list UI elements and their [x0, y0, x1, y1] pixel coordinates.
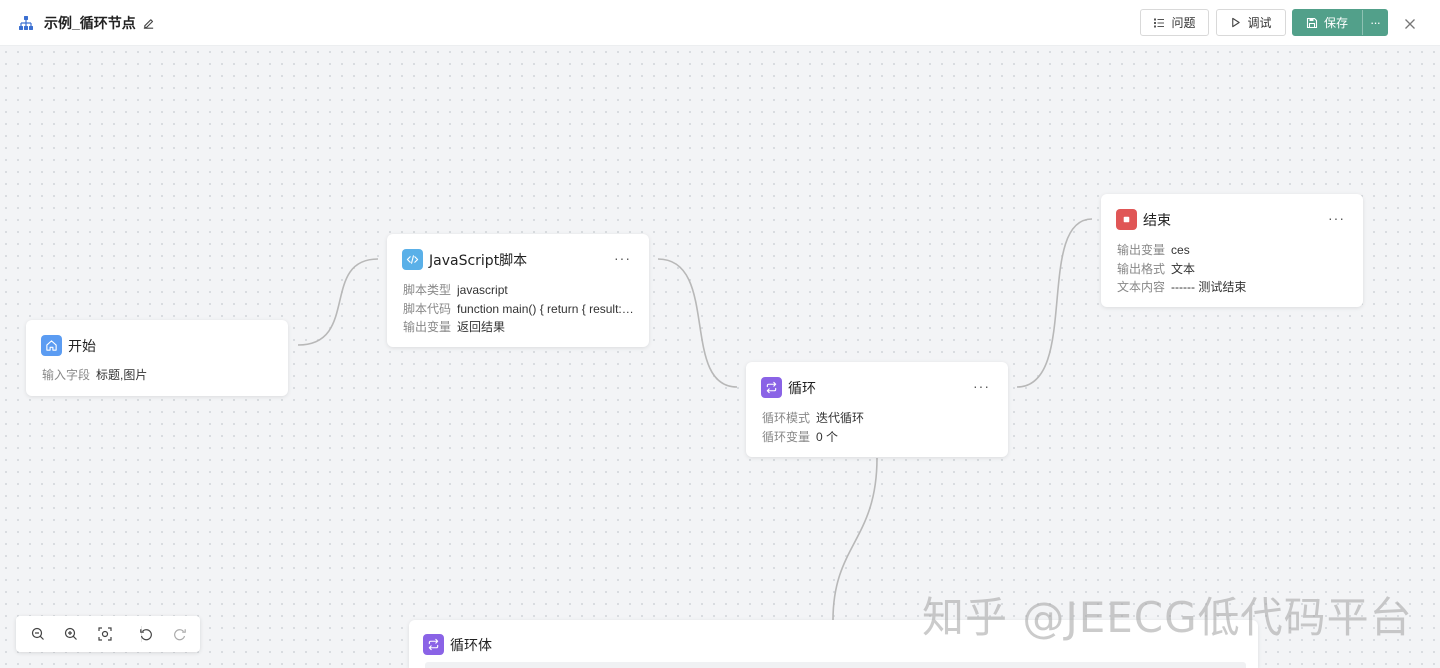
- edge-start-js: [297, 258, 379, 346]
- node-field: 输出格式 文本: [1117, 260, 1246, 279]
- javascript-node[interactable]: JavaScript脚本 ··· 脚本类型 javascript 脚本代码 func…: [387, 234, 649, 347]
- zoom-out-icon[interactable]: [30, 626, 46, 642]
- javascript-node-more-button[interactable]: ···: [614, 250, 631, 266]
- loop-node-more-button[interactable]: ···: [973, 378, 990, 394]
- field-key: 文本内容: [1117, 280, 1166, 294]
- field-key: 循环模式: [762, 411, 811, 425]
- loop-icon: [761, 377, 782, 398]
- javascript-node-fields: 脚本类型 javascript 脚本代码 function main() { ret…: [403, 281, 635, 337]
- edge-loop-body: [832, 457, 878, 621]
- edge-js-loop: [657, 258, 738, 388]
- field-key: 输出变量: [1117, 243, 1166, 257]
- code-icon: [402, 249, 423, 270]
- start-node-title: 开始: [68, 338, 96, 355]
- start-node-header: 开始: [41, 335, 96, 356]
- field-value: 迭代循环: [816, 411, 865, 425]
- loop-node[interactable]: 循环 ··· 循环模式 迭代循环 循环变量 0 个: [746, 362, 1008, 457]
- field-value: 返回结果: [457, 320, 506, 334]
- field-key: 输出格式: [1117, 261, 1166, 276]
- javascript-node-title: JavaScript脚本: [429, 252, 528, 269]
- field-value: 标题,图片: [96, 368, 148, 382]
- start-node[interactable]: 开始 输入字段 标题,图片: [26, 320, 288, 396]
- fit-view-icon[interactable]: [97, 626, 113, 642]
- edge-loop-end: [1016, 218, 1093, 388]
- node-field: 输出变量 返回结果: [403, 318, 635, 337]
- javascript-node-header: JavaScript脚本: [402, 249, 527, 270]
- loop-body-inner: [425, 662, 1246, 668]
- field-value: ces: [1171, 243, 1190, 257]
- node-field: 文本内容 ------ 测试结束: [1117, 278, 1246, 297]
- field-value: javascript: [457, 283, 508, 297]
- loop-node-fields: 循环模式 迭代循环 循环变量 0 个: [762, 409, 864, 446]
- watermark: 知乎 @JEECG低代码平台: [922, 593, 1413, 642]
- field-key: 脚本代码: [403, 301, 452, 316]
- field-key: 循环变量: [762, 429, 811, 444]
- loop-node-title: 循环: [788, 380, 816, 397]
- end-node-more-button[interactable]: ···: [1328, 210, 1345, 226]
- field-value: 文本: [1171, 261, 1196, 276]
- end-node-title: 结束: [1143, 212, 1171, 229]
- node-field: 输入字段 标题,图片: [42, 366, 147, 385]
- redo-icon[interactable]: [172, 626, 188, 642]
- field-value: function main() { return { result: ...: [457, 301, 635, 316]
- node-field: 循环变量 0 个: [762, 428, 864, 447]
- loop-node-header: 循环: [761, 377, 816, 398]
- loop-body-node-header: 循环体: [423, 634, 492, 655]
- zoom-in-icon[interactable]: [63, 626, 79, 642]
- end-node-header: 结束: [1116, 209, 1171, 230]
- node-field: 输出变量 ces: [1117, 241, 1246, 260]
- end-node[interactable]: 结束 ··· 输出变量 ces 输出格式 文本 文本内容 ------ 测试结束: [1101, 194, 1363, 307]
- start-node-fields: 输入字段 标题,图片: [42, 366, 147, 385]
- field-key: 输入字段: [42, 368, 91, 382]
- loop-icon: [423, 634, 444, 655]
- end-node-fields: 输出变量 ces 输出格式 文本 文本内容 ------ 测试结束: [1117, 241, 1246, 297]
- loop-body-node-title: 循环体: [450, 637, 492, 654]
- node-field: 循环模式 迭代循环: [762, 409, 864, 428]
- field-value: 0 个: [816, 429, 839, 444]
- node-field: 脚本代码 function main() { return { result: .…: [403, 300, 635, 319]
- field-key: 脚本类型: [403, 283, 452, 297]
- field-value: ------ 测试结束: [1171, 280, 1247, 294]
- home-icon: [41, 335, 62, 356]
- field-key: 输出变量: [403, 320, 452, 334]
- canvas-toolbar: [16, 616, 200, 652]
- node-field: 脚本类型 javascript: [403, 281, 635, 300]
- undo-icon[interactable]: [138, 626, 154, 642]
- stop-icon: [1116, 209, 1137, 230]
